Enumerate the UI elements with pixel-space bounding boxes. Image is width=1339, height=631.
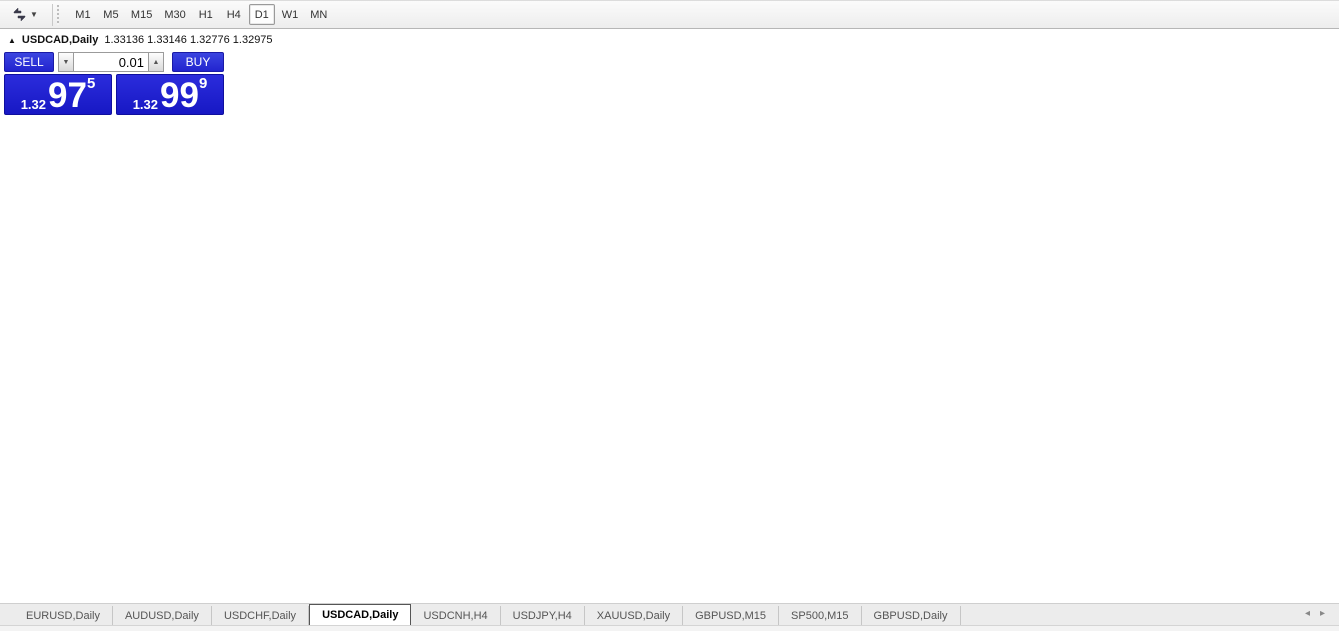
tab-scroll-left-icon[interactable]: ◂ (1305, 609, 1310, 619)
chart-tab-bar: EURUSD,DailyAUDUSD,DailyUSDCHF,DailyUSDC… (0, 603, 1339, 625)
toolbar-grip[interactable] (56, 5, 61, 25)
timeframe-button-m1[interactable]: M1 (70, 4, 96, 25)
sell-price-panel[interactable]: 1.32 97 5 (4, 74, 112, 115)
timeframe-buttons: M1M5M15M30H1H4D1W1MN (69, 4, 333, 25)
ohlc-values: 1.33136 1.33146 1.32776 1.32975 (104, 34, 272, 46)
buy-price-panel[interactable]: 1.32 99 9 (116, 74, 224, 115)
swap-arrows-icon (12, 7, 27, 22)
volume-decrease-button[interactable]: ▼ (58, 52, 74, 72)
chevron-down-icon: ▼ (30, 11, 38, 19)
chart-tab-sp500-m15[interactable]: SP500,M15 (779, 606, 861, 625)
buy-price-prefix: 1.32 (133, 98, 158, 111)
volume-stepper: ▼ 0.01 ▲ (58, 52, 164, 72)
chart-tab-audusd-daily[interactable]: AUDUSD,Daily (113, 606, 212, 625)
swap-arrows-toolbar-button[interactable]: ▼ (6, 3, 44, 26)
timeframe-button-m15[interactable]: M15 (126, 4, 157, 25)
tab-scroll-arrows: ◂ ▸ (1305, 609, 1325, 619)
sell-button[interactable]: SELL (4, 52, 54, 72)
chart-window: ▲ USDCAD,Daily 1.33136 1.33146 1.32776 1… (0, 30, 1339, 631)
symbol-ohlc-header: ▲ USDCAD,Daily 1.33136 1.33146 1.32776 1… (8, 34, 273, 46)
chart-tab-usdcnh-h4[interactable]: USDCNH,H4 (411, 606, 500, 625)
chart-canvas[interactable] (0, 30, 1339, 631)
timeframe-button-h1[interactable]: H1 (193, 4, 219, 25)
timeframe-button-h4[interactable]: H4 (221, 4, 247, 25)
sell-price-sup: 5 (87, 76, 95, 91)
chart-tab-usdcad-daily[interactable]: USDCAD,Daily (309, 604, 411, 625)
timeframe-button-d1[interactable]: D1 (249, 4, 275, 25)
chart-tab-usdchf-daily[interactable]: USDCHF,Daily (212, 606, 309, 625)
chart-tab-gbpusd-daily[interactable]: GBPUSD,Daily (862, 606, 961, 625)
volume-field[interactable]: 0.01 (74, 52, 148, 72)
chart-tab-eurusd-daily[interactable]: EURUSD,Daily (14, 606, 113, 625)
buy-button[interactable]: BUY (172, 52, 224, 72)
timeframe-button-w1[interactable]: W1 (277, 4, 304, 25)
sell-price-prefix: 1.32 (21, 98, 46, 111)
symbol-label: USDCAD,Daily (22, 34, 98, 46)
buy-price-big: 99 (160, 82, 199, 111)
chart-tab-gbpusd-m15[interactable]: GBPUSD,M15 (683, 606, 779, 625)
sell-price-big: 97 (48, 82, 87, 111)
chart-tab-usdjpy-h4[interactable]: USDJPY,H4 (501, 606, 585, 625)
volume-increase-button[interactable]: ▲ (148, 52, 164, 72)
status-strip (0, 625, 1339, 631)
terminal-window: ▼ M1M5M15M30H1H4D1W1MN ▲ USDCAD,Daily 1.… (0, 0, 1339, 631)
timeframe-button-m5[interactable]: M5 (98, 4, 124, 25)
collapse-panel-icon[interactable]: ▲ (8, 36, 16, 45)
tab-scroll-right-icon[interactable]: ▸ (1320, 609, 1325, 619)
chart-tab-xauusd-daily[interactable]: XAUUSD,Daily (585, 606, 683, 625)
chart-tabs: EURUSD,DailyAUDUSD,DailyUSDCHF,DailyUSDC… (0, 604, 961, 625)
buy-price-sup: 9 (199, 76, 207, 91)
timeframe-button-mn[interactable]: MN (305, 4, 332, 25)
one-click-trading-widget: SELL ▼ 0.01 ▲ BUY 1.32 97 5 1.32 99 9 (4, 52, 226, 115)
toolbar-separator (52, 4, 53, 26)
timeframe-button-m30[interactable]: M30 (159, 4, 190, 25)
timeframe-toolbar: ▼ M1M5M15M30H1H4D1W1MN (0, 0, 1339, 29)
